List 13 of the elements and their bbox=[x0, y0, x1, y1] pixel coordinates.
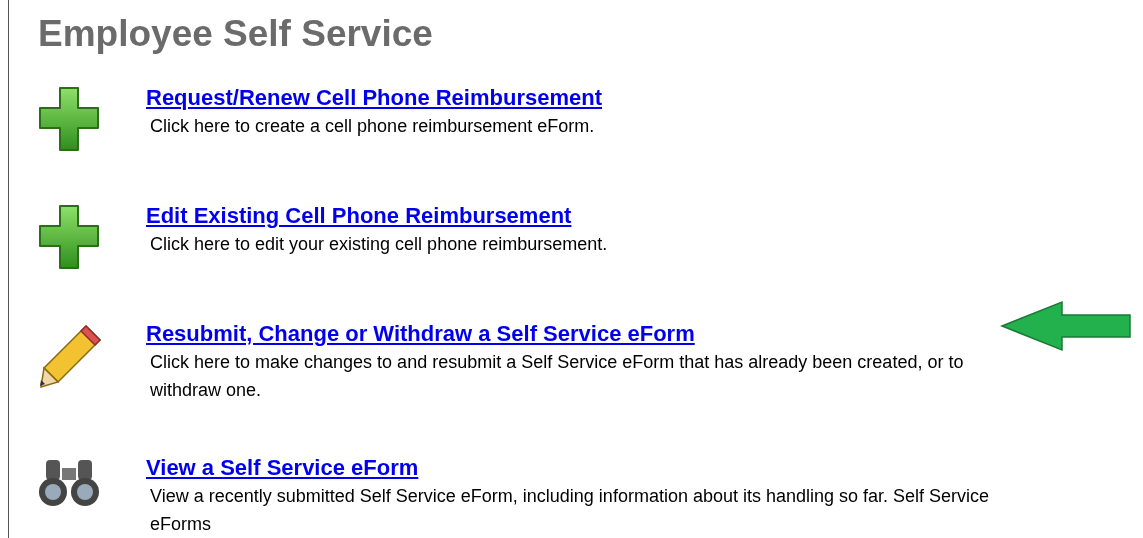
item-link[interactable]: Resubmit, Change or Withdraw a Self Service eForm bbox=[146, 320, 695, 348]
item-description: View a recently submitted Self Service eForm, including information about its handling so far. Self Service eForms bbox=[149, 485, 991, 536]
item-description: Click here to create a cell phone reimbursement eForm. bbox=[149, 115, 596, 138]
page-title: Employee Self Service bbox=[38, 12, 434, 56]
plus-icon bbox=[38, 204, 100, 270]
plus-icon bbox=[38, 86, 100, 152]
arrow-icon bbox=[1000, 300, 1132, 352]
item-description: Click here to make changes to and resubmit a Self Service eForm that has already been created, or to withdraw one. bbox=[149, 351, 965, 402]
pencil-icon bbox=[38, 322, 104, 388]
item-link[interactable]: Edit Existing Cell Phone Reimbursement bbox=[146, 202, 572, 230]
item-link[interactable]: Request/Renew Cell Phone Reimbursement bbox=[146, 84, 602, 112]
item-description: Click here to edit your existing cell phone reimbursement. bbox=[149, 233, 609, 256]
item-link[interactable]: View a Self Service eForm bbox=[146, 454, 419, 482]
